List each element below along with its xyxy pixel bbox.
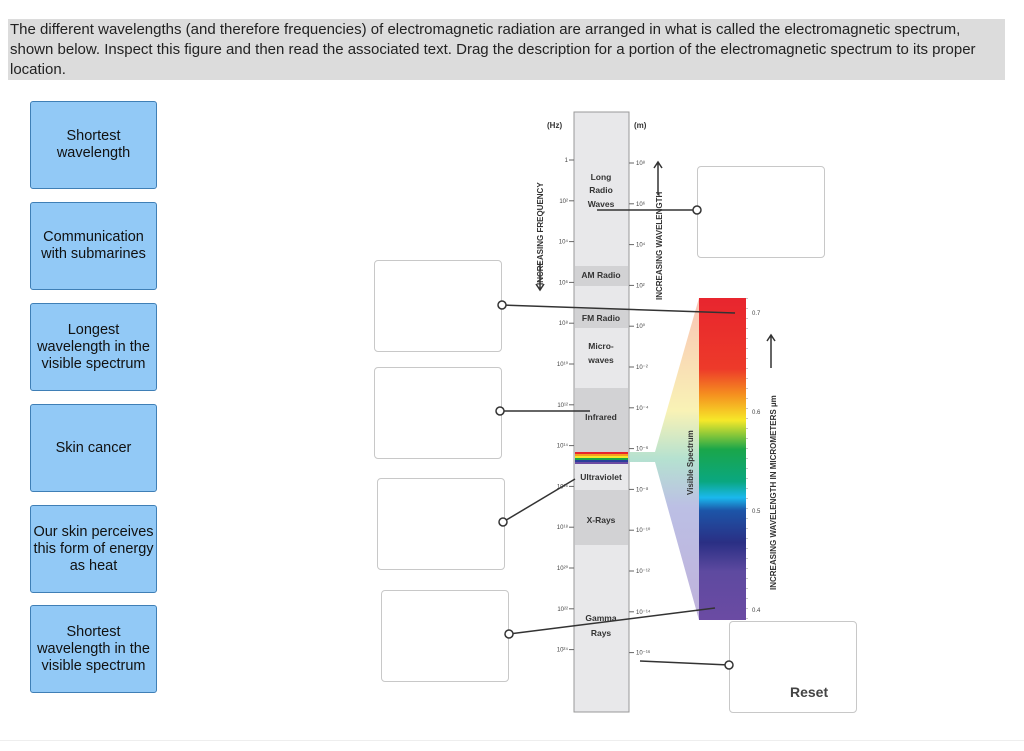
wave-tick-label: 10⁴ [636,242,646,249]
freq-tick-label: 10¹⁴ [557,443,569,450]
freq-tick-label: 10¹⁰ [557,361,569,368]
wave-tick-label: 10⁶ [636,201,646,208]
label-ultraviolet: Ultraviolet [580,472,622,482]
label-waves-micro: waves [587,355,614,365]
freq-tick-label: 10²² [557,607,568,613]
label-long: Long [591,172,612,182]
visible-spectrum-bar [699,298,746,620]
freq-tick-label: 10⁸ [559,320,569,327]
label-am-radio: AM Radio [581,270,620,280]
wave-tick-label: 10⁻¹⁰ [636,527,651,534]
wave-tick-label: 10⁻⁴ [636,405,649,412]
wave-tick-label: 10² [636,283,645,289]
label-waves: Waves [588,199,615,209]
freq-tick-label: 10²⁰ [557,565,569,572]
label-micro: Micro- [588,341,614,351]
visible-axis-label: INCREASING WAVELENGTH IN MICROMETERS µm [769,395,778,590]
freq-tick-label: 10⁶ [559,279,569,286]
wave-tick-label: 10⁻¹⁶ [636,650,651,657]
visible-tick-label: 0.6 [752,410,761,416]
freq-tick-label: 10² [559,199,568,205]
freq-tick-label: 1 [565,158,569,164]
rainbow-strip [575,452,628,464]
freq-tick-label: 10⁴ [559,239,569,246]
wave-axis-label: INCREASING WAVELENGTH [655,191,664,300]
freq-tick-label: 10²⁴ [557,647,569,654]
wave-unit: (m) [634,121,647,130]
label-xrays: X-Rays [587,515,616,525]
visible-tick-label: 0.7 [752,311,761,317]
freq-tick-label: 10¹⁸ [557,524,569,531]
wave-tick-label: 10⁰ [636,323,646,330]
label-fm-radio: FM Radio [582,313,620,323]
wave-tick-label: 10⁻² [636,365,648,371]
arrow-up-icon [653,160,663,195]
freq-tick-label: 10¹² [557,403,568,409]
label-infrared: Infrared [585,412,617,422]
label-radio: Radio [589,185,613,195]
wave-tick-label: 10⁻⁶ [636,446,649,453]
visible-tick-label: 0.5 [752,509,761,515]
arrow-up-icon [766,333,776,368]
freq-unit: (Hz) [547,121,562,130]
label-rays: Rays [591,628,612,638]
em-spectrum-figure: (Hz) (m) Long Radio Waves AM Radio FM Ra… [495,111,778,713]
visible-spectrum-label: Visible Spectrum [686,430,695,495]
wave-tick-label: 10⁻⁸ [636,486,649,493]
wave-tick-label: 10⁻¹² [636,569,650,575]
visible-tick-label: 0.4 [752,608,761,614]
divider [0,740,1024,741]
reset-button[interactable]: Reset [784,683,834,701]
wave-tick-label: 10⁻¹⁴ [636,609,651,616]
wave-tick-label: 10⁸ [636,160,646,167]
